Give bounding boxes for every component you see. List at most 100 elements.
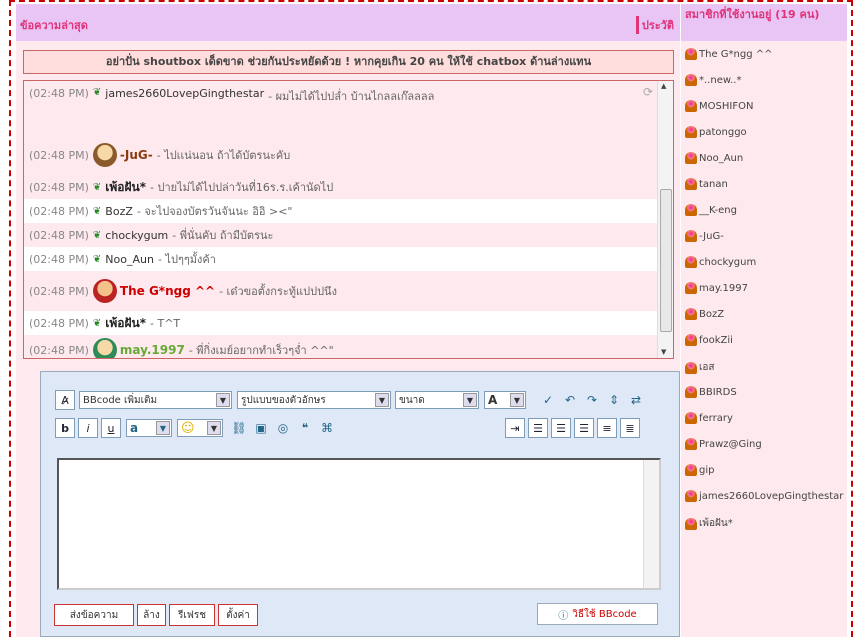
- align-center-icon[interactable]: ☰: [551, 418, 571, 438]
- redo-icon[interactable]: ↷: [582, 390, 602, 410]
- italic-button[interactable]: i: [78, 418, 98, 438]
- history-link[interactable]: ประวัติ: [635, 16, 674, 34]
- size-select[interactable]: ขนาด ▼: [395, 391, 479, 409]
- member-item[interactable]: *..new..*: [685, 74, 741, 86]
- member-item[interactable]: เพ้อฝัน*: [685, 516, 733, 531]
- member-name: may.1997: [699, 282, 748, 294]
- online-members-title: สมาชิกที่ใช้งานอยู่ (19 คน): [681, 4, 847, 41]
- member-item[interactable]: chockygum: [685, 256, 756, 268]
- chat-messages[interactable]: (02:48 PM) ❦ james2660LovepGingthestar - ผม…: [23, 80, 674, 359]
- member-item[interactable]: patonggo: [685, 126, 747, 138]
- insert-media-icon[interactable]: ◎: [273, 418, 293, 438]
- message-author[interactable]: BozZ: [105, 205, 133, 218]
- font-color-select[interactable]: A ▼: [484, 391, 526, 409]
- member-item[interactable]: BBIRDS: [685, 386, 737, 398]
- smiley-select[interactable]: ☺ ▼: [177, 419, 223, 437]
- chat-message: (02:48 PM) ❦ Noo_Aun - ไปๆๆมั้งค้า: [24, 247, 658, 271]
- message-author[interactable]: The G*ngg ^^: [120, 284, 215, 298]
- send-button[interactable]: ส่งข้อความ: [54, 604, 134, 626]
- user-icon: [685, 412, 697, 424]
- member-item[interactable]: tanan: [685, 178, 728, 190]
- member-item[interactable]: MOSHIFON: [685, 100, 753, 112]
- member-item[interactable]: The G*ngg ^^: [685, 48, 773, 60]
- message-time: (02:48 PM): [29, 87, 89, 100]
- insert-quote-icon[interactable]: ❝: [295, 418, 315, 438]
- message-author[interactable]: Noo_Aun: [105, 253, 154, 266]
- message-author[interactable]: -JuG-: [120, 148, 153, 162]
- message-time: (02:48 PM): [29, 316, 89, 330]
- member-name: เพ้อฝัน*: [699, 518, 733, 529]
- underline-button[interactable]: u: [101, 418, 121, 438]
- message-time: (02:48 PM): [29, 228, 89, 242]
- member-item[interactable]: __K-eng: [685, 204, 737, 216]
- member-name: james2660LovepGingthestar: [699, 490, 844, 502]
- bold-button[interactable]: b: [55, 418, 75, 438]
- remove-format-icon[interactable]: A̷: [55, 390, 75, 410]
- insert-image-icon[interactable]: ▣: [251, 418, 271, 438]
- message-author[interactable]: เพ้อฝัน*: [105, 178, 146, 197]
- member-name: __K-eng: [699, 204, 737, 216]
- spellcheck-icon[interactable]: ✓: [538, 390, 558, 410]
- chat-scrollbar[interactable]: ▲ ▼: [657, 81, 673, 358]
- member-name: เอส: [699, 362, 715, 373]
- user-icon: [685, 308, 697, 320]
- message-author[interactable]: เพ้อฝัน*: [105, 314, 146, 333]
- member-name: *..new..*: [699, 74, 742, 86]
- member-name: MOSHIFON: [699, 100, 754, 112]
- member-item[interactable]: BozZ: [685, 308, 724, 320]
- member-item[interactable]: james2660LovepGingthestar: [685, 490, 843, 502]
- member-item[interactable]: fookZii: [685, 334, 733, 346]
- user-icon: [685, 74, 697, 86]
- shoutbox-panel: ข้อความล่าสุด ประวัติ อย่าปั่น shoutbox …: [16, 4, 680, 637]
- sprout-icon: ❦: [92, 181, 102, 193]
- align-right-icon[interactable]: ☰: [574, 418, 594, 438]
- user-icon: [685, 517, 697, 530]
- refresh-button[interactable]: รีเฟรช: [169, 604, 215, 626]
- message-author[interactable]: chockygum: [105, 229, 168, 242]
- member-item[interactable]: may.1997: [685, 282, 748, 294]
- scroll-thumb[interactable]: [660, 189, 672, 332]
- insert-code-icon[interactable]: ⌘: [317, 418, 337, 438]
- undo-icon[interactable]: ↶: [560, 390, 580, 410]
- chevron-down-icon: ▼: [216, 393, 230, 407]
- user-icon: [685, 386, 697, 398]
- message-text: - ไปเเน่นอน ถ้าได้บัตรนะคับ: [156, 149, 291, 162]
- textarea-scrollbar[interactable]: [643, 460, 659, 588]
- user-icon: [685, 256, 697, 268]
- font-select[interactable]: รูปแบบของตัวอักษร ▼: [237, 391, 391, 409]
- message-text: - พี่กิ่งเมย์อยากทำเร็วๆจ่ำ ^^": [188, 344, 334, 357]
- chevron-down-icon: ▼: [375, 393, 389, 407]
- smiley-icon: ☺: [181, 420, 195, 436]
- sprout-icon: ❦: [92, 87, 102, 98]
- unordered-list-icon[interactable]: ≣: [620, 418, 640, 438]
- message-author[interactable]: james2660LovepGingthestar: [105, 87, 264, 100]
- switch-mode-icon[interactable]: ⇄: [626, 390, 646, 410]
- indent-icon[interactable]: ⇥: [505, 418, 525, 438]
- bbcode-help-button[interactable]: ⓘ วิธีใช้ BBcode: [537, 603, 658, 625]
- member-item[interactable]: ferrary: [685, 412, 733, 424]
- resize-icon[interactable]: ⇕: [604, 390, 624, 410]
- message-textarea[interactable]: [57, 458, 661, 590]
- chat-message: (02:48 PM) The G*ngg ^^ - เด๋วขอตั้งกระทู้…: [24, 271, 658, 311]
- clear-button[interactable]: ล้าง: [137, 604, 166, 626]
- member-name: patonggo: [699, 126, 747, 138]
- message-text: - พี่นั่นคับ ถ้ามีบัตรนะ: [172, 229, 274, 242]
- scroll-up-icon[interactable]: ▲: [661, 82, 666, 90]
- bbcode-select[interactable]: BBcode เพิ่มเติม ▼: [79, 391, 232, 409]
- member-item[interactable]: Noo_Aun: [685, 152, 743, 164]
- insert-link-icon[interactable]: ⛓: [229, 418, 249, 438]
- member-item[interactable]: gip: [685, 464, 714, 476]
- user-icon: [685, 361, 697, 374]
- online-members-panel: สมาชิกที่ใช้งานอยู่ (19 คน) The G*ngg ^^…: [681, 4, 847, 637]
- member-item[interactable]: -JuG-: [685, 230, 724, 242]
- ordered-list-icon[interactable]: ≡: [597, 418, 617, 438]
- member-item[interactable]: เอส: [685, 360, 715, 375]
- shoutbox-title: ข้อความล่าสุด: [20, 19, 88, 32]
- settings-button[interactable]: ตั้งค่า: [218, 604, 258, 626]
- member-item[interactable]: Prawz@Ging: [685, 438, 762, 450]
- refresh-icon[interactable]: ⟳: [643, 85, 653, 99]
- scroll-down-icon[interactable]: ▼: [661, 348, 666, 356]
- message-author[interactable]: may.1997: [120, 343, 185, 357]
- text-style-select[interactable]: a ▼: [126, 419, 172, 437]
- align-left-icon[interactable]: ☰: [528, 418, 548, 438]
